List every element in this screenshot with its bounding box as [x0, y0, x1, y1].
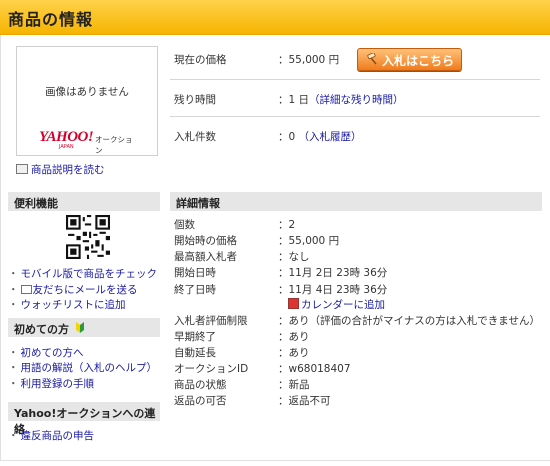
registration-label[interactable]: 利用登録の手順 [21, 378, 95, 390]
time-left-label: 残り時間 [174, 94, 216, 106]
section-convenient: 便利機能 [8, 192, 160, 211]
section-first-time-title: 初めての方 [14, 323, 69, 336]
book-icon [16, 164, 28, 174]
calendar-icon [288, 298, 299, 309]
detail-value: ：なし [278, 251, 310, 263]
glossary-link[interactable]: ・用語の解説（入札のヘルプ） [8, 360, 157, 375]
section-first-time: 初めての方 [8, 318, 160, 337]
time-left-amount: 1 日 [288, 94, 310, 106]
detail-label: 早期終了 [174, 331, 216, 343]
report-violation-link[interactable]: ・違反商品の申告 [8, 428, 94, 443]
detail-label: 個数 [174, 219, 195, 231]
qr-code [66, 215, 110, 259]
add-calendar-link[interactable]: カレンダーに追加 [288, 297, 385, 312]
detail-value: ：11月 2日 23時 36分 [278, 267, 388, 279]
watchlist-link[interactable]: ・ウォッチリストに追加 [8, 297, 126, 312]
watchlist-label[interactable]: ウォッチリストに追加 [21, 299, 126, 311]
detail-value: ：2 [278, 219, 296, 231]
bid-button[interactable]: 入札はこちら [357, 48, 462, 71]
bids-count: 0 [288, 131, 296, 143]
logo-auction: オークション [95, 135, 133, 155]
detail-label: 返品の可否 [174, 395, 227, 407]
detail-value: ：返品不可 [278, 395, 331, 407]
detail-label: 最高額入札者 [174, 251, 237, 263]
product-image-box: 画像はありません YAHOO! JAPAN オークション [16, 46, 158, 156]
time-left-detail-link[interactable]: （詳細な残り時間） [309, 94, 404, 106]
section-contact: Yahoo!オークションへの連絡 [8, 402, 160, 436]
bids-value: ：0 （入札履歴） [278, 131, 362, 143]
price-label: 現在の価格 [174, 54, 227, 66]
mobile-check-link[interactable]: ・モバイル版で商品をチェック [8, 266, 157, 281]
mobile-check-label[interactable]: モバイル版で商品をチェック [21, 268, 158, 280]
detail-label: 開始時の価格 [174, 235, 237, 247]
divider [170, 79, 540, 80]
detail-label: 終了日時 [174, 284, 216, 296]
page: 商品の情報 画像はありません YAHOO! JAPAN オークション 商品説明を… [0, 0, 550, 466]
registration-link[interactable]: ・利用登録の手順 [8, 376, 94, 391]
beginner-mark-icon [76, 322, 84, 333]
divider [170, 116, 540, 117]
glossary-label[interactable]: 用語の解説（入札のヘルプ） [21, 362, 158, 374]
header-bar: 商品の情報 [0, 0, 550, 35]
bid-history-link[interactable]: （入札履歴） [299, 131, 362, 143]
detail-label: オークションID [174, 363, 249, 375]
detail-value: ：w68018407 [278, 363, 351, 375]
gavel-icon [367, 53, 377, 65]
detail-label: 商品の状態 [174, 379, 227, 391]
price-value: ：55,000 円 [278, 54, 340, 66]
first-time-guide-label[interactable]: 初めての方へ [21, 347, 84, 359]
section-details: 詳細情報 [170, 192, 542, 211]
price-amount: 55,000 円 [288, 54, 340, 66]
first-time-guide-link[interactable]: ・初めての方へ [8, 345, 84, 360]
section-details-title: 詳細情報 [176, 197, 220, 210]
detail-value: ：あり [278, 331, 310, 343]
read-description-link[interactable]: 商品説明を読む [16, 162, 105, 177]
detail-value: ：新品 [278, 379, 310, 391]
detail-value: ：あり（評価の合計がマイナスの方は入札できません） [278, 315, 540, 327]
read-description-label: 商品説明を読む [31, 164, 105, 176]
section-convenient-title: 便利機能 [14, 197, 58, 210]
detail-label: 開始日時 [174, 267, 216, 279]
mail-friend-link[interactable]: ・友だちにメールを送る [8, 282, 138, 297]
yahoo-auction-logo: YAHOO! JAPAN オークション [39, 129, 139, 155]
add-calendar-label[interactable]: カレンダーに追加 [301, 299, 385, 311]
detail-value: ：あり [278, 347, 310, 359]
report-violation-label[interactable]: 違反商品の申告 [21, 430, 95, 442]
detail-label: 自動延長 [174, 347, 216, 359]
detail-value: ：11月 4日 23時 36分 [278, 284, 388, 296]
bid-button-label: 入札はこちら [382, 54, 455, 68]
mail-icon [20, 285, 32, 294]
time-left-value: ：1 日（詳細な残り時間） [278, 94, 404, 106]
no-image-text: 画像はありません [45, 86, 129, 98]
mail-friend-label[interactable]: 友だちにメールを送る [33, 284, 138, 296]
page-title: 商品の情報 [8, 10, 94, 29]
detail-value: ：55,000 円 [278, 235, 340, 247]
bids-label: 入札件数 [174, 131, 216, 143]
logo-japan: JAPAN [59, 144, 74, 150]
detail-label: 入札者評価制限 [174, 315, 248, 327]
